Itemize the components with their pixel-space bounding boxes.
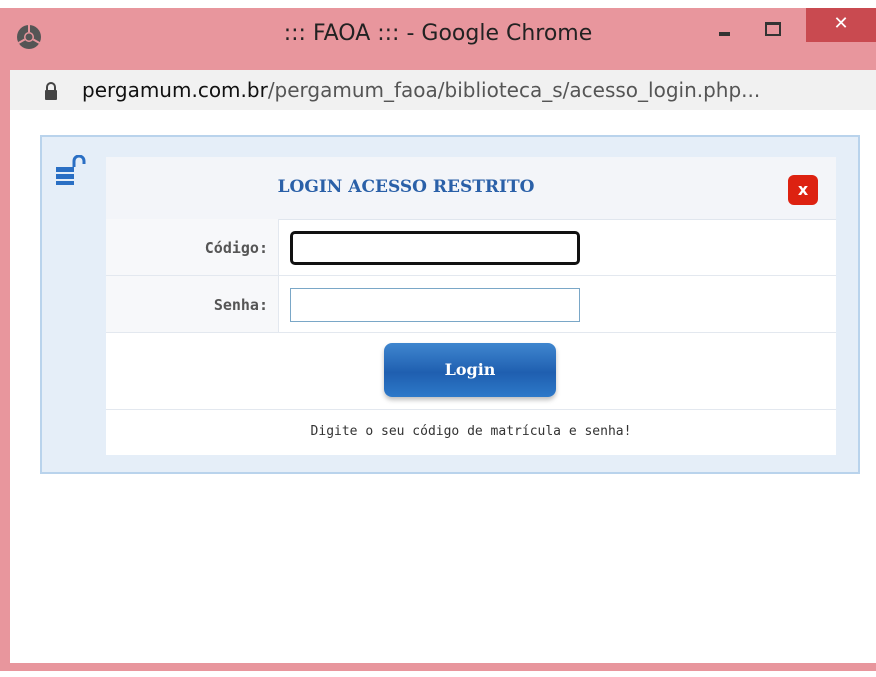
codigo-row: Código:	[106, 219, 836, 276]
lock-icon	[45, 82, 57, 100]
window-border-left	[0, 110, 10, 663]
close-window-button[interactable]: ✕	[806, 8, 876, 42]
hint-row: Digite o seu código de matrícula e senha…	[106, 410, 836, 455]
close-icon: ✕	[833, 13, 849, 34]
codigo-label: Código:	[204, 239, 268, 257]
minimize-icon	[719, 32, 730, 36]
senha-label: Senha:	[213, 296, 268, 314]
hint-text: Digite o seu código de matrícula e senha…	[310, 424, 632, 439]
window-title: ::: FAOA ::: - Google Chrome	[283, 21, 593, 46]
button-row: Login	[106, 333, 836, 410]
login-panel: LOGIN ACESSO RESTRITO x Código: Senha: L…	[40, 135, 860, 474]
page-content: LOGIN ACESSO RESTRITO x Código: Senha: L…	[10, 110, 876, 663]
senha-input[interactable]	[290, 288, 580, 322]
url-text[interactable]: pergamum.com.br/pergamum_faoa/biblioteca…	[82, 78, 760, 102]
close-form-button[interactable]: x	[788, 175, 818, 205]
unlock-icon	[56, 155, 86, 185]
senha-label-cell: Senha:	[106, 276, 279, 332]
senha-row: Senha:	[106, 276, 836, 333]
minimize-button[interactable]	[706, 18, 740, 44]
codigo-input[interactable]	[290, 231, 580, 265]
maximize-button[interactable]	[755, 16, 787, 42]
url-path: /pergamum_faoa/biblioteca_s/acesso_login…	[267, 78, 761, 102]
url-host: pergamum.com.br	[82, 78, 268, 102]
title-bar[interactable]: ::: FAOA ::: - Google Chrome ✕	[0, 8, 876, 66]
form-title: LOGIN ACESSO RESTRITO	[277, 177, 535, 197]
codigo-label-cell: Código:	[106, 219, 279, 275]
form-header: LOGIN ACESSO RESTRITO x	[106, 157, 836, 220]
login-form: LOGIN ACESSO RESTRITO x Código: Senha: L…	[106, 157, 836, 455]
maximize-icon	[765, 22, 781, 36]
login-button[interactable]: Login	[384, 343, 556, 397]
